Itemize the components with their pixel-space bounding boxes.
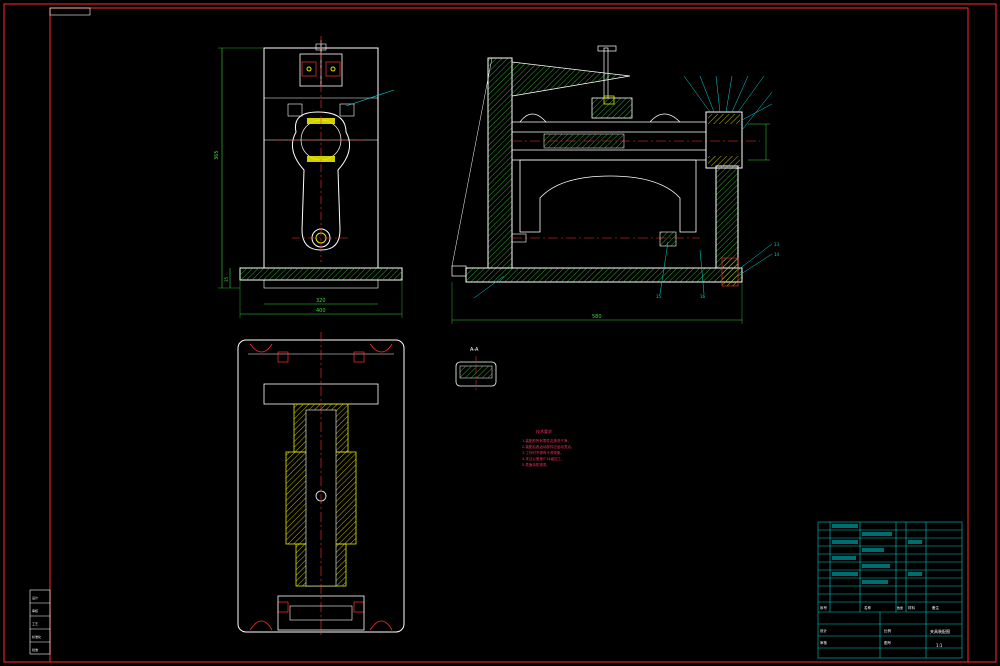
callout-15: 15: [656, 294, 662, 299]
tb-drawing-name: 夹具装配图: [930, 628, 950, 634]
note-line-3: 3.工作时不得有卡滞现象。: [522, 450, 564, 455]
tb-header-name: 名称: [864, 605, 872, 610]
section-aa: A-A: [455, 347, 497, 392]
tb-header-no: 序号: [820, 605, 828, 610]
callout-14: 14: [774, 252, 780, 257]
note-line-1: 1.装配前所有零件应清洗干净。: [522, 438, 571, 443]
side-base: [465, 267, 743, 283]
left-table-row-4: 标准化: [32, 634, 41, 639]
left-table-row-3: 工艺: [32, 621, 38, 626]
note-line-2: 2.装配后各运动部件应运动灵活。: [522, 444, 574, 449]
left-table-row-1: 设计: [32, 595, 38, 600]
dim-inner-width: 320: [316, 298, 326, 304]
left-table-row-5: 批准: [32, 647, 38, 652]
top-view: [237, 332, 405, 636]
left-column: [487, 57, 513, 269]
right-column: [715, 165, 739, 269]
fork-body: [519, 159, 697, 233]
dim-side-width: 580: [592, 314, 602, 320]
front-base-hatch: [240, 268, 402, 280]
callout-16: 16: [700, 294, 706, 299]
side-view: 580 13 14 15 16: [451, 45, 780, 324]
pressure-block: [591, 97, 633, 119]
note-line-4: 4.未注公差按IT14级加工。: [522, 456, 564, 461]
tb-footer-scale: 比例: [884, 628, 892, 633]
tb-footer-review: 审核: [820, 640, 828, 645]
section-label: A-A: [470, 347, 479, 353]
callout-13: 13: [774, 242, 780, 247]
tb-header-material: 材料: [908, 605, 916, 610]
tb-header-remark: 备注: [932, 605, 940, 610]
notes-title: 技术要求: [536, 428, 552, 434]
tb-footer-design: 设计: [820, 628, 828, 633]
corner-tab: [49, 7, 91, 16]
drawing-canvas: 365 35 320 400 580 13 14 15 16 A-A 技术要求 …: [3, 3, 997, 663]
left-table-row-2: 审核: [32, 608, 38, 613]
front-view: 365 35 320 400: [214, 36, 403, 318]
dim-overall-height: 365: [214, 150, 220, 160]
note-line-5: 5.表面涂防锈漆。: [522, 462, 550, 467]
dim-base-height: 35: [224, 276, 229, 282]
gusset-rib: [511, 61, 631, 97]
technical-notes: 技术要求 1.装配前所有零件应清洗干净。 2.装配后各运动部件应运动灵活。 3.…: [522, 428, 574, 467]
dim-outer-width: 400: [316, 308, 326, 314]
tb-footer-number: 图号: [884, 640, 892, 645]
tb-header-qty: 数量: [897, 605, 903, 610]
tb-sheet: 1:1: [936, 643, 943, 648]
